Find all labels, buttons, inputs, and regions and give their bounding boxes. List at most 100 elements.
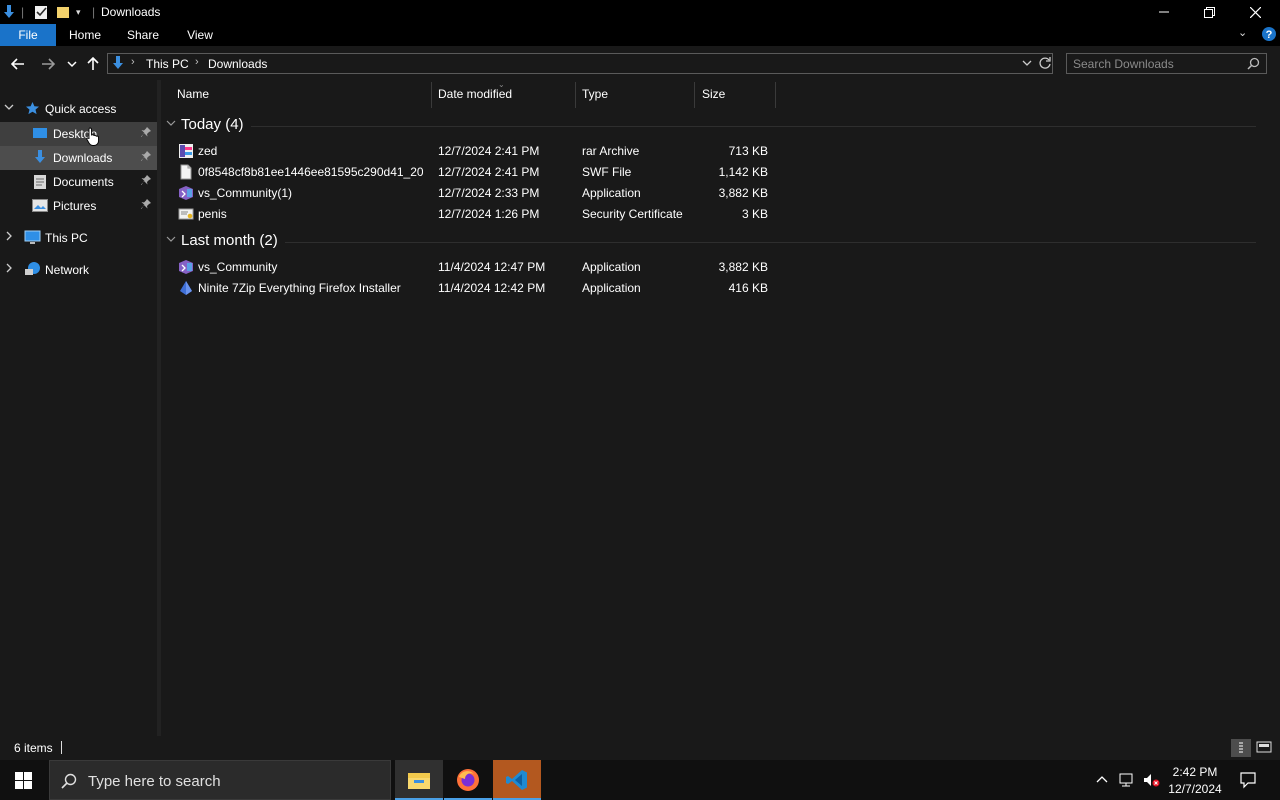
firefox-icon bbox=[457, 769, 479, 791]
expanded-chevron-icon[interactable] bbox=[4, 102, 16, 116]
file-size: 713 KB bbox=[728, 144, 768, 158]
search-box[interactable] bbox=[1066, 53, 1267, 74]
column-divider[interactable] bbox=[694, 82, 695, 108]
expand-ribbon-icon[interactable]: ⌄ bbox=[1238, 26, 1247, 39]
help-icon[interactable]: ? bbox=[1261, 26, 1277, 42]
rar-archive-icon bbox=[178, 143, 194, 159]
pin-icon[interactable] bbox=[140, 126, 154, 140]
file-row-ninite[interactable]: Ninite 7Zip Everything Firefox Installer… bbox=[161, 278, 781, 299]
group-header-today[interactable]: Today (4) bbox=[161, 115, 1268, 137]
file-size: 3 KB bbox=[741, 207, 768, 221]
file-row-certificate[interactable]: penis 12/7/2024 1:26 PM Security Certifi… bbox=[161, 204, 781, 225]
file-row-zed[interactable]: zed 12/7/2024 2:41 PM rar Archive 713 KB bbox=[161, 141, 781, 162]
tab-file[interactable]: File bbox=[0, 24, 56, 46]
taskbar-search-box[interactable]: Type here to search bbox=[49, 760, 391, 800]
back-button[interactable] bbox=[7, 52, 29, 76]
column-header-size[interactable]: Size bbox=[702, 87, 725, 101]
sidebar-item-quick-access[interactable]: Quick access bbox=[0, 97, 157, 121]
file-name: vs_Community bbox=[198, 260, 278, 274]
minimize-button[interactable] bbox=[1141, 0, 1187, 24]
pictures-icon bbox=[32, 199, 48, 215]
sidebar-item-downloads[interactable]: Downloads bbox=[0, 146, 157, 170]
svg-text:?: ? bbox=[1266, 29, 1273, 41]
search-icon[interactable] bbox=[1247, 57, 1260, 73]
sidebar-item-network[interactable]: Network bbox=[0, 258, 157, 282]
column-divider[interactable] bbox=[575, 82, 576, 108]
desktop-icon bbox=[32, 126, 48, 143]
sidebar-item-label: Pictures bbox=[53, 199, 97, 213]
pin-icon[interactable] bbox=[140, 150, 154, 164]
show-hidden-icons-icon[interactable] bbox=[1096, 773, 1108, 787]
close-button[interactable] bbox=[1232, 0, 1278, 24]
group-collapse-icon[interactable] bbox=[166, 234, 176, 247]
file-icon bbox=[178, 164, 194, 180]
column-header-type[interactable]: Type bbox=[582, 87, 608, 101]
breadcrumb-downloads[interactable]: Downloads bbox=[208, 57, 267, 71]
sidebar-item-label: This PC bbox=[45, 231, 88, 245]
search-input[interactable] bbox=[1073, 56, 1241, 71]
collapsed-chevron-icon[interactable] bbox=[4, 231, 16, 245]
vscode-taskbar-button[interactable] bbox=[493, 760, 541, 800]
file-row-vs-community-1[interactable]: vs_Community(1) 12/7/2024 2:33 PM Applic… bbox=[161, 183, 781, 204]
group-divider bbox=[251, 126, 1256, 127]
file-date: 12/7/2024 2:41 PM bbox=[438, 165, 540, 179]
tab-view[interactable]: View bbox=[177, 24, 223, 46]
system-clock[interactable]: 2:42 PM 12/7/2024 bbox=[1164, 764, 1226, 798]
firefox-taskbar-button[interactable] bbox=[444, 760, 492, 800]
details-view-button[interactable] bbox=[1231, 739, 1251, 757]
group-collapse-icon[interactable] bbox=[166, 118, 176, 131]
address-bar[interactable]: › This PC › Downloads bbox=[107, 53, 1053, 74]
group-label: Last month (2) bbox=[181, 232, 278, 249]
tab-share[interactable]: Share bbox=[120, 24, 166, 46]
tab-home[interactable]: Home bbox=[62, 24, 108, 46]
file-explorer-taskbar-button[interactable] bbox=[395, 760, 443, 800]
pin-icon[interactable] bbox=[140, 198, 154, 212]
computer-icon bbox=[24, 230, 41, 248]
sidebar-item-documents[interactable]: Documents bbox=[0, 170, 157, 194]
collapsed-chevron-icon[interactable] bbox=[4, 263, 16, 277]
file-list: Name ⌄ Date modified Type Size Today (4)… bbox=[161, 80, 1280, 736]
group-header-last-month[interactable]: Last month (2) bbox=[161, 231, 1268, 253]
recent-locations-button[interactable] bbox=[61, 52, 83, 76]
refresh-icon[interactable] bbox=[1038, 56, 1052, 73]
column-divider[interactable] bbox=[775, 82, 776, 108]
file-name: Ninite 7Zip Everything Firefox Installer bbox=[198, 281, 401, 295]
breadcrumb-this-pc[interactable]: This PC bbox=[146, 57, 189, 71]
notifications-icon[interactable] bbox=[1239, 771, 1257, 792]
volume-muted-icon[interactable] bbox=[1142, 771, 1160, 792]
forward-button[interactable] bbox=[37, 52, 59, 76]
breadcrumb-chevron-icon[interactable]: › bbox=[131, 56, 135, 68]
documents-icon bbox=[33, 174, 47, 193]
taskbar: Type here to search 2:42 PM 12/7/2024 bbox=[0, 760, 1280, 800]
file-row-swf[interactable]: 0f8548cf8b81ee1446ee81595c290d41_202... … bbox=[161, 162, 781, 183]
search-icon bbox=[61, 773, 77, 792]
visual-studio-installer-icon bbox=[178, 185, 194, 201]
windows-start-icon[interactable] bbox=[15, 772, 32, 792]
column-header-date-modified[interactable]: Date modified bbox=[438, 87, 512, 101]
sidebar-item-label: Documents bbox=[53, 175, 114, 189]
pin-icon[interactable] bbox=[140, 174, 154, 188]
sidebar-item-pictures[interactable]: Pictures bbox=[0, 194, 157, 218]
large-icons-view-button[interactable] bbox=[1256, 740, 1272, 757]
sidebar-item-desktop[interactable]: Desktop bbox=[0, 122, 157, 146]
customize-toolbar-icon[interactable]: ▾ bbox=[76, 4, 81, 20]
breadcrumb-chevron-icon[interactable]: › bbox=[195, 56, 199, 68]
address-dropdown-icon[interactable] bbox=[1022, 57, 1032, 72]
up-button[interactable] bbox=[82, 52, 104, 76]
file-row-vs-community[interactable]: vs_Community 11/4/2024 12:47 PM Applicat… bbox=[161, 257, 781, 278]
restore-button[interactable] bbox=[1186, 0, 1232, 24]
new-folder-icon[interactable] bbox=[56, 4, 70, 20]
network-status-icon[interactable] bbox=[1118, 771, 1136, 792]
title-bar: | ▾ | Downloads bbox=[0, 0, 1280, 24]
column-header-name[interactable]: Name bbox=[177, 87, 209, 101]
status-divider bbox=[61, 741, 62, 754]
downloads-location-icon bbox=[111, 55, 125, 74]
sidebar-item-label: Quick access bbox=[45, 102, 117, 116]
properties-icon[interactable] bbox=[34, 4, 48, 20]
file-name: 0f8548cf8b81ee1446ee81595c290d41_202... bbox=[198, 165, 423, 179]
column-divider[interactable] bbox=[431, 82, 432, 108]
clock-date: 12/7/2024 bbox=[1168, 782, 1222, 796]
sidebar-item-label: Network bbox=[45, 263, 90, 277]
sidebar-item-this-pc[interactable]: This PC bbox=[0, 226, 157, 250]
file-date: 11/4/2024 12:47 PM bbox=[438, 260, 546, 274]
